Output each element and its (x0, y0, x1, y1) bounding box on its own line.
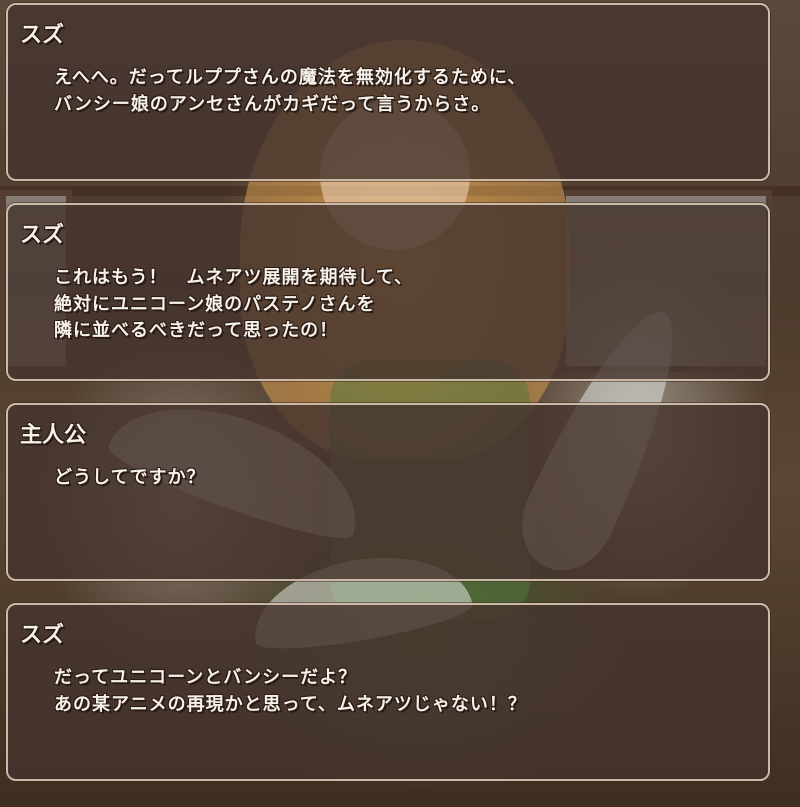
dialog-entry[interactable]: スズ これはもう！ ムネアツ展開を期待して、 絶対にユニコーン娘のパステノさんを… (6, 203, 770, 381)
dialog-line: 隣に並べるべきだって思ったの！ (54, 320, 339, 341)
dialog-line: どうしてですか？ (54, 467, 206, 488)
dialog-line: バンシー娘のアンセさんがカギだって言うからさ。 (54, 94, 491, 115)
dialog-line: えへへ。だってルププさんの魔法を無効化するために、 (54, 67, 527, 88)
dialog-log[interactable]: スズ えへへ。だってルププさんの魔法を無効化するために、 バンシー娘のアンセさん… (0, 0, 800, 807)
speaker-name: スズ (20, 23, 65, 48)
speaker-name: 主人公 (20, 423, 87, 448)
dialog-entry[interactable]: スズ えへへ。だってルププさんの魔法を無効化するために、 バンシー娘のアンセさん… (6, 3, 770, 181)
speaker-name: スズ (20, 623, 65, 648)
speaker-name: スズ (20, 223, 65, 248)
dialog-line: あの某アニメの再現かと思って、ムネアツじゃない！？ (54, 694, 527, 715)
dialog-entry[interactable]: スズ だってユニコーンとバンシーだよ？ あの某アニメの再現かと思って、ムネアツじ… (6, 603, 770, 781)
dialog-entry[interactable]: 主人公 どうしてですか？ (6, 403, 770, 581)
dialog-line: これはもう！ ムネアツ展開を期待して、 (54, 267, 414, 288)
dialog-line: だってユニコーンとバンシーだよ？ (54, 667, 358, 688)
dialog-line: 絶対にユニコーン娘のパステノさんを (54, 294, 376, 315)
